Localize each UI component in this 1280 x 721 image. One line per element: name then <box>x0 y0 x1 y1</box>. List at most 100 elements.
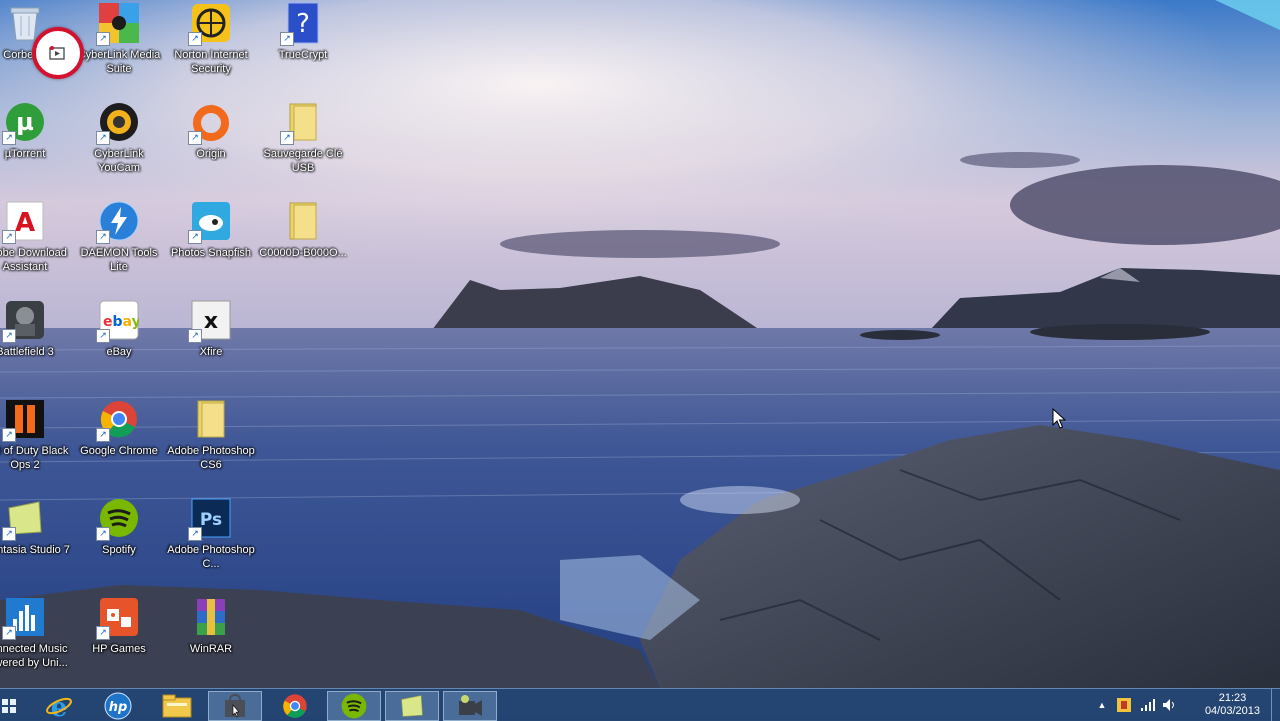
shortcut-arrow-icon: ↗ <box>96 428 110 442</box>
shortcut-arrow-icon: ↗ <box>188 230 202 244</box>
desktop-icon-utorrent[interactable]: µ ↗ µTorrent <box>0 99 70 191</box>
taskbar-button-chrome[interactable] <box>268 691 322 721</box>
shortcut-arrow-icon: ↗ <box>2 428 16 442</box>
desktop-icon-origin[interactable]: ↗ Origin <box>166 99 256 191</box>
svg-text:e: e <box>51 693 68 720</box>
start-icon <box>2 699 16 713</box>
desktop-icon-battlefield-3[interactable]: ↗ Battlefield 3 <box>0 297 70 389</box>
shortcut-arrow-icon: ↗ <box>188 527 202 541</box>
desktop-icon-cyberlink-media-suite[interactable]: ↗ CyberLink Media Suite <box>74 0 164 92</box>
winrar-icon <box>190 596 232 638</box>
show-hidden-icons-button[interactable]: ▲ <box>1094 697 1110 713</box>
mouse-pointer-icon <box>1052 408 1066 429</box>
store-icon <box>225 693 245 718</box>
volume-icon <box>1163 699 1174 711</box>
svg-text:x: x <box>204 309 218 334</box>
camtasia-recorder-icon <box>459 695 482 716</box>
shortcut-arrow-icon: ↗ <box>96 32 110 46</box>
desktop-icon-norton-internet-security[interactable]: ↗ Norton Internet Security <box>166 0 256 92</box>
shortcut-arrow-icon: ↗ <box>96 230 110 244</box>
ebay-icon: ebay ↗ <box>96 299 140 343</box>
recording-indicator-icon <box>32 27 84 79</box>
shortcut-arrow-icon: ↗ <box>96 131 110 145</box>
chrome-icon: ↗ <box>96 398 140 442</box>
shortcut-arrow-icon: ↗ <box>96 626 110 640</box>
taskbar-button-camtasia-recorder[interactable] <box>443 691 497 721</box>
desktop-icon-google-chrome[interactable]: ↗ Google Chrome <box>74 396 164 488</box>
shortcut-arrow-icon: ↗ <box>2 230 16 244</box>
svg-text:A: A <box>15 208 35 238</box>
svg-text:hp: hp <box>109 700 128 715</box>
shortcut-arrow-icon: ↗ <box>96 329 110 343</box>
tray-notification-icon[interactable] <box>1116 697 1132 713</box>
utorrent-icon: µ ↗ <box>2 101 46 145</box>
cyberlink-media-suite-icon: ↗ <box>96 2 140 46</box>
taskbar-button-camtasia[interactable] <box>385 691 439 721</box>
clock[interactable]: 21:23 04/03/2013 <box>1205 692 1260 718</box>
chrome-icon <box>283 694 307 718</box>
file-explorer-icon <box>162 694 192 718</box>
desktop-icon-photos-snapfish[interactable]: ↗ Photos Snapfish <box>166 198 256 290</box>
spotify-icon: ↗ <box>96 497 140 541</box>
desktop-icon-folder-c0000d[interactable]: C0000D-B000O... <box>258 198 348 290</box>
origin-icon: ↗ <box>188 101 232 145</box>
desktop-icon-ebay[interactable]: ebay ↗ eBay <box>74 297 164 389</box>
desktop-icon-adobe-photoshop-c[interactable]: Ps ↗ Adobe Photoshop C... <box>166 495 256 587</box>
desktop-icon-adobe-photoshop-cs6[interactable]: Adobe Photoshop CS6 <box>166 396 256 488</box>
network-signal-icon <box>1141 699 1155 711</box>
photoshop-icon: Ps ↗ <box>188 497 232 541</box>
show-desktop-button[interactable] <box>1271 689 1280 721</box>
taskbar-button-spotify[interactable] <box>327 691 381 721</box>
internet-explorer-icon: e <box>46 693 72 720</box>
desktop-icon-daemon-tools-lite[interactable]: ↗ DAEMON Tools Lite <box>74 198 164 290</box>
taskbar-button-hp[interactable]: hp <box>91 691 145 721</box>
shortcut-arrow-icon: ↗ <box>2 527 16 541</box>
black-ops-icon: ↗ <box>2 398 46 442</box>
taskbar-button-internet-explorer[interactable]: e <box>32 691 86 721</box>
desktop-icon-xfire[interactable]: x ↗ Xfire <box>166 297 256 389</box>
tray-volume-button[interactable] <box>1162 697 1178 713</box>
taskbar-button-file-explorer[interactable] <box>150 691 204 721</box>
taskbar-button-store[interactable] <box>208 691 262 721</box>
connected-music-icon: ↗ <box>2 596 46 640</box>
hp-games-icon: ↗ <box>96 596 140 640</box>
desktop-icon-adobe-download-assistant[interactable]: A ↗ Adobe Download Assistant <box>0 198 70 290</box>
shortcut-arrow-icon: ↗ <box>2 329 16 343</box>
xfire-icon: x ↗ <box>188 299 232 343</box>
system-tray: ▲ 21:23 04/03/2013 <box>1090 689 1280 721</box>
action-center-flag-icon <box>1117 698 1131 712</box>
shortcut-arrow-icon: ↗ <box>188 329 202 343</box>
shortcut-arrow-icon: ↗ <box>280 131 294 145</box>
desktop-icon-camtasia-studio-7[interactable]: ↗ Camtasia Studio 7 <box>0 495 70 587</box>
truecrypt-icon: ? ↗ <box>280 2 324 46</box>
shortcut-arrow-icon: ↗ <box>96 527 110 541</box>
start-button[interactable] <box>0 691 18 721</box>
shortcut-arrow-icon: ↗ <box>2 626 16 640</box>
tray-network-button[interactable] <box>1140 697 1156 713</box>
shortcut-arrow-icon: ↗ <box>188 32 202 46</box>
desktop-icon-hp-games[interactable]: ↗ HP Games <box>74 594 164 686</box>
youcam-icon: ↗ <box>96 101 140 145</box>
battlefield-icon: ↗ <box>2 299 46 343</box>
daemon-tools-icon: ↗ <box>96 200 140 244</box>
desktop-icon-spotify[interactable]: ↗ Spotify <box>74 495 164 587</box>
camtasia-icon: ↗ <box>2 497 46 541</box>
adobe-icon: A ↗ <box>2 200 46 244</box>
hp-icon: hp <box>104 692 132 720</box>
folder-icon <box>282 200 324 242</box>
shortcut-arrow-icon: ↗ <box>280 32 294 46</box>
spotify-icon <box>341 693 367 719</box>
camtasia-icon <box>401 695 423 717</box>
svg-text:Ps: Ps <box>200 510 222 530</box>
desktop-icon-cyberlink-youcam[interactable]: ↗ CyberLink YouCam <box>74 99 164 191</box>
taskbar: e hp ▲ 21:23 04/03/2013 <box>0 688 1280 721</box>
shortcut-arrow-icon: ↗ <box>188 131 202 145</box>
desktop-icon-truecrypt[interactable]: ? ↗ TrueCrypt <box>258 0 348 92</box>
desktop-icon-call-of-duty-black-ops-2[interactable]: ↗ Call of Duty Black Ops 2 <box>0 396 70 488</box>
desktop-icon-sauvegarde-cle-usb[interactable]: ↗ Sauvegarde Clé USB <box>258 99 348 191</box>
desktop-icon-connected-music[interactable]: ↗ Connected Music powered by Uni... <box>0 594 70 686</box>
chevron-up-icon: ▲ <box>1097 700 1107 710</box>
desktop-icon-winrar[interactable]: WinRAR <box>166 594 256 686</box>
clock-date: 04/03/2013 <box>1204 705 1260 717</box>
norton-icon: ↗ <box>188 2 232 46</box>
